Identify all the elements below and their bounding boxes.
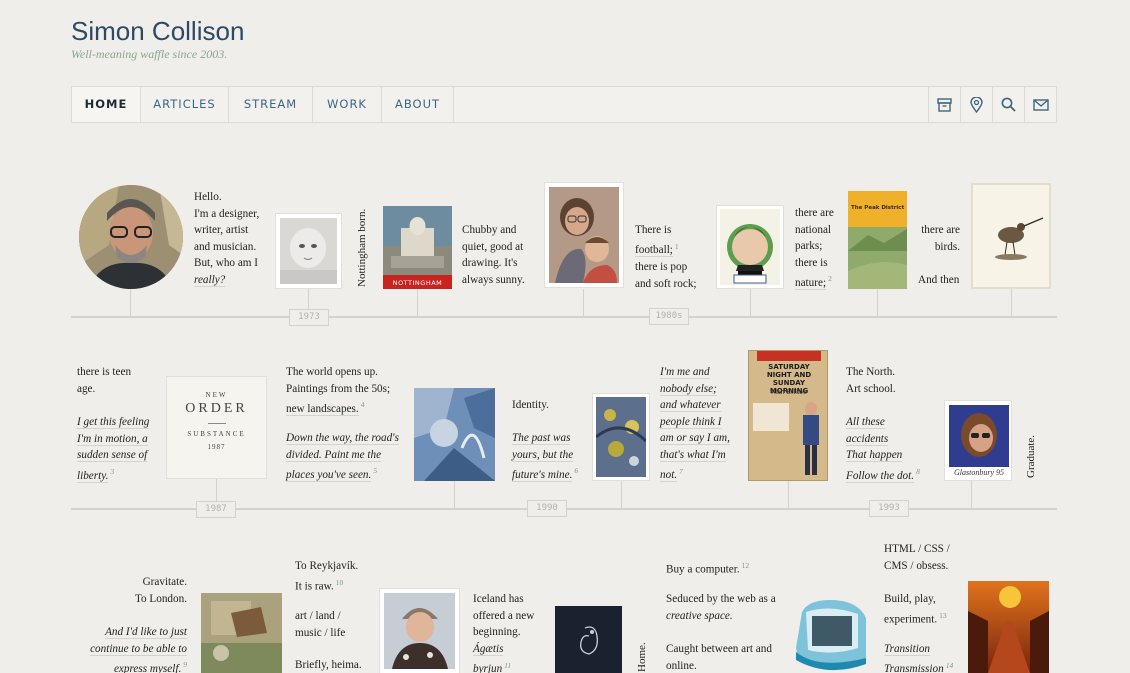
- year-marker: 1973: [289, 309, 329, 326]
- search-icon[interactable]: [992, 87, 1024, 122]
- chubby-text: Chubby and quiet, good at drawing. It's …: [462, 224, 525, 286]
- timeline-tick: [216, 479, 217, 501]
- road-quote: Down the way, the road's divided. Paint …: [286, 432, 399, 482]
- polaroid-caption: Glastonbury 95: [954, 468, 1004, 477]
- imac-image[interactable]: [788, 598, 872, 673]
- timeline-tick: [788, 481, 789, 509]
- year-marker: 1990: [527, 500, 567, 517]
- nav-tab-articles[interactable]: ARTICLES: [141, 87, 229, 122]
- timeline-tick: [583, 289, 584, 317]
- timeline-tick: [750, 289, 751, 317]
- album-line-4: 1987: [207, 443, 226, 451]
- timeline-tick: [1011, 289, 1012, 317]
- year-marker: 1993: [869, 500, 909, 517]
- liberty-quote: I get this feeling I'm in motion, a sudd…: [77, 416, 150, 483]
- archive-icon[interactable]: [928, 87, 960, 122]
- mail-icon[interactable]: [1024, 87, 1056, 122]
- main-nav: HOME ARTICLES STREAM WORK ABOUT: [71, 86, 1057, 123]
- build-text: Build, play, experiment. 13: [884, 593, 947, 626]
- football-card[interactable]: [716, 205, 784, 289]
- me-quote: I'm me and nobody else; and whatever peo…: [660, 366, 730, 483]
- seduced-text: Seduced by the web as a creative space.: [666, 593, 776, 622]
- abstract-painting[interactable]: [201, 593, 282, 673]
- nav-tab-home[interactable]: HOME: [72, 87, 141, 122]
- past-quote: The past was yours, but the future's min…: [512, 432, 579, 482]
- postcard-caption: NOTTINGHAM: [392, 279, 443, 287]
- hat-photo[interactable]: [379, 588, 460, 673]
- family-photo[interactable]: [544, 182, 624, 288]
- agaetis-text: Ágætis byrjun 11: [473, 641, 511, 673]
- continue-quote: And I'd like to just continue to be able…: [76, 624, 187, 673]
- accidents-quote: All these accidents That happen Follow t…: [846, 416, 920, 483]
- caught-text: Caught between art and online.: [666, 643, 772, 672]
- iceland-text: Iceland has offered a new beginning.: [473, 593, 535, 639]
- nav-tab-about[interactable]: ABOUT: [382, 87, 454, 122]
- transition-quote: Transition Transmission 14: [884, 641, 953, 673]
- nottingham-postcard[interactable]: NOTTINGHAM: [383, 206, 452, 289]
- sunset-image[interactable]: [968, 581, 1049, 673]
- html-text: HTML / CSS / CMS / obsess.: [884, 543, 950, 572]
- identity-text: Identity.: [512, 399, 549, 411]
- briefly-text: Briefly, heima.: [295, 659, 362, 671]
- baby-photo[interactable]: [275, 213, 342, 289]
- bird-print[interactable]: [971, 183, 1051, 289]
- and-then-text: And then: [918, 274, 960, 286]
- blue-painting[interactable]: [414, 388, 495, 481]
- timeline-tick: [877, 289, 878, 317]
- site-tagline: Well-meaning waffle since 2003.: [71, 47, 228, 61]
- timeline-line: [71, 316, 1057, 318]
- timeline-tick: [971, 481, 972, 509]
- nav-tab-work[interactable]: WORK: [313, 87, 382, 122]
- album-line-2: ORDER: [185, 401, 248, 416]
- intro-text: Hello. I'm a designer, writer, artist an…: [194, 191, 260, 287]
- album-rule: [207, 423, 226, 424]
- new-order-album[interactable]: NEW ORDER SUBSTANCE 1987: [166, 376, 267, 479]
- avatar: [79, 185, 183, 289]
- reykjavik-text: To Reykjavík. It is raw. 10: [295, 560, 359, 593]
- home-label: Home.: [636, 642, 648, 672]
- timeline-tick: [130, 289, 131, 317]
- national-text: there are national parks; there is natur…: [795, 207, 834, 291]
- album-line-1: NEW: [205, 391, 228, 399]
- teen-text: there is teen age.: [77, 366, 132, 395]
- location-pin-icon[interactable]: [960, 87, 992, 122]
- art-text: art / land / music / life: [295, 610, 346, 639]
- year-marker: 1987: [196, 501, 236, 518]
- timeline-tick: [417, 289, 418, 317]
- football-text: There is football; 1 there is pop and sof…: [635, 224, 697, 290]
- birds-text: there are birds.: [921, 224, 960, 253]
- nav-tab-stream[interactable]: STREAM: [229, 87, 313, 122]
- timeline-tick: [308, 289, 309, 309]
- nottingham-born-label: Nottingham born.: [356, 208, 368, 287]
- computer-text: Buy a computer. 12: [666, 561, 750, 576]
- year-marker: 1980s: [649, 308, 689, 325]
- timeline-tick: [621, 481, 622, 509]
- graduate-label: Graduate.: [1025, 434, 1037, 478]
- sigur-ros-album[interactable]: [555, 606, 622, 673]
- album-line-3: SUBSTANCE: [187, 430, 246, 438]
- north-text: The North. Art school.: [846, 366, 896, 395]
- site-title[interactable]: Simon Collison: [71, 16, 244, 47]
- timeline-tick: [454, 481, 455, 509]
- stone-roses-album[interactable]: [592, 393, 650, 481]
- glastonbury-polaroid[interactable]: Glastonbury 95: [944, 400, 1012, 481]
- book-cover-art: [753, 351, 821, 475]
- ordnance-survey-map[interactable]: The Peak District: [848, 191, 907, 289]
- world-text: The world opens up. Paintings from the 5…: [286, 366, 391, 416]
- gravitate-text: Gravitate. To London.: [134, 576, 187, 605]
- sillitoe-book[interactable]: SATURDAY NIGHT AND SUNDAY MORNING Alan S…: [748, 350, 828, 481]
- map-title: The Peak District: [851, 205, 905, 211]
